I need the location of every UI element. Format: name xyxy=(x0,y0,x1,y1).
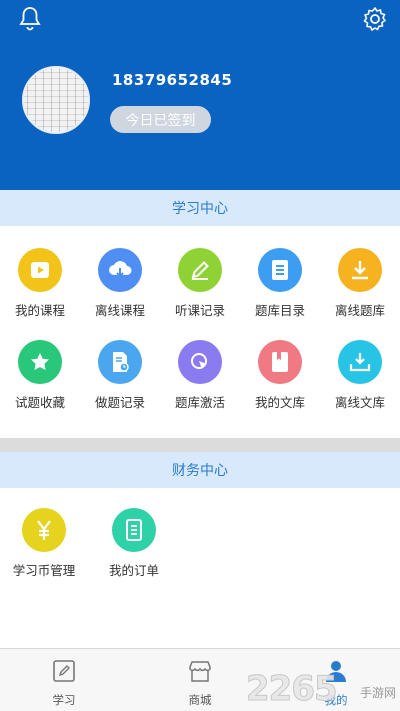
watermark: 2265 手游网 xyxy=(246,669,396,710)
grid-item-practice-records[interactable]: 做题记录 xyxy=(80,340,160,411)
nav-label: 学习 xyxy=(52,693,76,707)
book-icon xyxy=(258,340,302,384)
pencil-icon xyxy=(178,248,222,292)
finance-center-panel: 学习币管理 我的订单 xyxy=(0,488,400,648)
grid-label: 我的课程 xyxy=(14,303,65,318)
grid-label: 我的文库 xyxy=(254,395,305,410)
grid-item-lecture-records[interactable]: 听课记录 xyxy=(160,248,240,319)
edit-icon xyxy=(53,660,75,682)
bottom-nav: 学习 商城 我的 2265 手游网 xyxy=(0,648,400,711)
grid-label: 离线题库 xyxy=(334,303,385,318)
grid-item-question-favorites[interactable]: 试题收藏 xyxy=(0,340,80,411)
grid-item-my-library[interactable]: 我的文库 xyxy=(240,340,320,411)
grid-item-offline-question-bank[interactable]: 离线题库 xyxy=(320,248,400,319)
document-clock-icon xyxy=(98,340,142,384)
star-icon xyxy=(18,340,62,384)
cursor-icon xyxy=(178,340,222,384)
gear-icon[interactable] xyxy=(362,6,388,32)
watermark-number: 2265 xyxy=(246,669,339,710)
download-icon xyxy=(338,248,382,292)
play-icon xyxy=(18,248,62,292)
grid-label: 离线文库 xyxy=(334,395,385,410)
grid-item-offline-courses[interactable]: 离线课程 xyxy=(80,248,160,319)
avatar[interactable] xyxy=(22,66,90,134)
nav-tab-study[interactable]: 学习 xyxy=(14,649,114,711)
order-icon xyxy=(112,508,156,552)
grid-item-my-courses[interactable]: 我的课程 xyxy=(0,248,80,319)
grid-label: 题库目录 xyxy=(254,303,305,318)
study-center-panel: 我的课程 离线课程 听课记录 题库目录 离线题库 试题收藏 做题记录 题库激活 … xyxy=(0,226,400,438)
grid-item-question-bank-catalog[interactable]: 题库目录 xyxy=(240,248,320,319)
grid-label: 题库激活 xyxy=(174,395,225,410)
grid-label: 离线课程 xyxy=(94,303,145,318)
store-icon xyxy=(189,661,211,682)
nav-label: 商城 xyxy=(188,693,212,707)
tray-download-icon xyxy=(338,340,382,384)
finance-center-title: 财务中心 xyxy=(0,452,400,488)
cloud-download-icon xyxy=(98,248,142,292)
watermark-text: 手游网 xyxy=(359,686,396,700)
list-icon xyxy=(258,248,302,292)
study-center-title: 学习中心 xyxy=(0,190,400,226)
bell-icon[interactable] xyxy=(18,6,42,32)
grid-item-my-orders[interactable]: 我的订单 xyxy=(94,508,174,579)
section-divider xyxy=(0,438,400,452)
user-phone: 18379652845 xyxy=(112,71,233,89)
nav-tab-store[interactable]: 商城 xyxy=(150,649,250,711)
profile-header: 18379652845 今日已签到 xyxy=(0,0,400,190)
signin-button[interactable]: 今日已签到 xyxy=(110,106,211,133)
grid-item-offline-library[interactable]: 离线文库 xyxy=(320,340,400,411)
grid-item-coin-management[interactable]: 学习币管理 xyxy=(4,508,84,579)
grid-label: 做题记录 xyxy=(94,395,145,410)
grid-label: 学习币管理 xyxy=(12,563,76,578)
grid-item-question-bank-activation[interactable]: 题库激活 xyxy=(160,340,240,411)
grid-label: 试题收藏 xyxy=(14,395,65,410)
grid-label: 我的订单 xyxy=(108,563,159,578)
grid-label: 听课记录 xyxy=(174,303,225,318)
yen-icon xyxy=(22,508,66,552)
